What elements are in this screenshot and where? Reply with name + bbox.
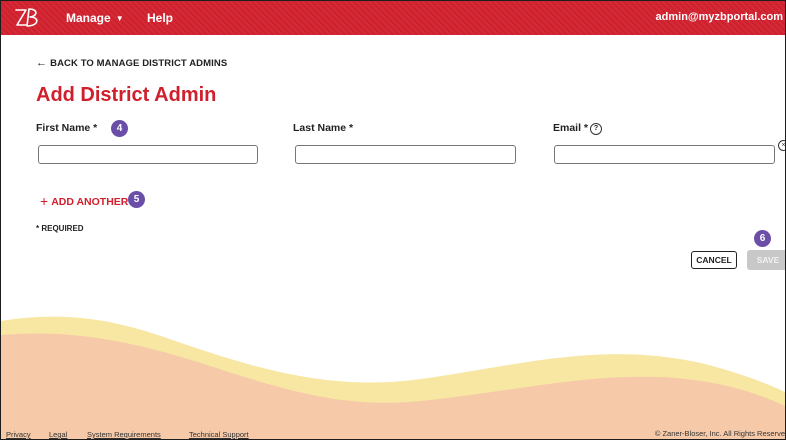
add-another-button[interactable]: + ADD ANOTHER xyxy=(40,192,129,209)
footer-link-legal[interactable]: Legal xyxy=(49,430,67,439)
app-frame: Manage ▼ Help admin@myzbportal.com ← BACK … xyxy=(0,0,786,440)
arrow-left-icon: ← xyxy=(36,57,48,69)
callout-badge-add-another: 5 xyxy=(128,191,145,208)
chevron-down-icon: ▼ xyxy=(115,14,124,23)
first-name-input[interactable] xyxy=(38,145,258,164)
footer-link-privacy[interactable]: Privacy xyxy=(6,430,31,439)
decorative-wave-background xyxy=(1,316,785,439)
email-label-group: Email *? xyxy=(553,122,603,136)
nav-help-link[interactable]: Help xyxy=(147,11,173,25)
last-name-input[interactable] xyxy=(295,145,516,164)
top-navigation-bar: Manage ▼ Help admin@myzbportal.com xyxy=(1,1,785,35)
copyright-text: © Zaner-Bloser, Inc. All Rights Reserve xyxy=(654,429,785,438)
clear-circle-icon[interactable]: × xyxy=(778,140,785,151)
add-another-label: ADD ANOTHER xyxy=(51,196,129,208)
email-input[interactable] xyxy=(554,145,775,164)
page-title: Add District Admin xyxy=(36,84,217,106)
callout-badge-first-name: 4 xyxy=(111,120,128,137)
back-link-label: BACK TO MANAGE DISTRICT ADMINS xyxy=(50,58,228,69)
nav-manage-menu[interactable]: Manage ▼ xyxy=(66,11,124,25)
footer-link-system-requirements[interactable]: System Requirements xyxy=(87,430,161,439)
plus-icon: + xyxy=(40,193,49,209)
cancel-button[interactable]: CANCEL xyxy=(691,251,737,269)
user-account-menu[interactable]: admin@myzbportal.com xyxy=(656,11,783,23)
back-to-manage-district-admins-link[interactable]: ← BACK TO MANAGE DISTRICT ADMINS xyxy=(36,57,227,69)
zb-logo[interactable] xyxy=(13,6,41,30)
nav-manage-label: Manage xyxy=(66,11,111,25)
footer-link-technical-support[interactable]: Technical Support xyxy=(189,430,249,439)
footer: Privacy Legal System Requirements Techni… xyxy=(1,429,785,439)
last-name-label: Last Name * xyxy=(293,122,354,134)
first-name-label: First Name * xyxy=(36,122,98,134)
email-label: Email * xyxy=(553,122,589,134)
help-circle-icon[interactable]: ? xyxy=(590,123,603,135)
save-button[interactable]: SAVE xyxy=(747,250,785,270)
required-note: * REQUIRED xyxy=(36,224,84,233)
callout-badge-save: 6 xyxy=(754,230,771,247)
